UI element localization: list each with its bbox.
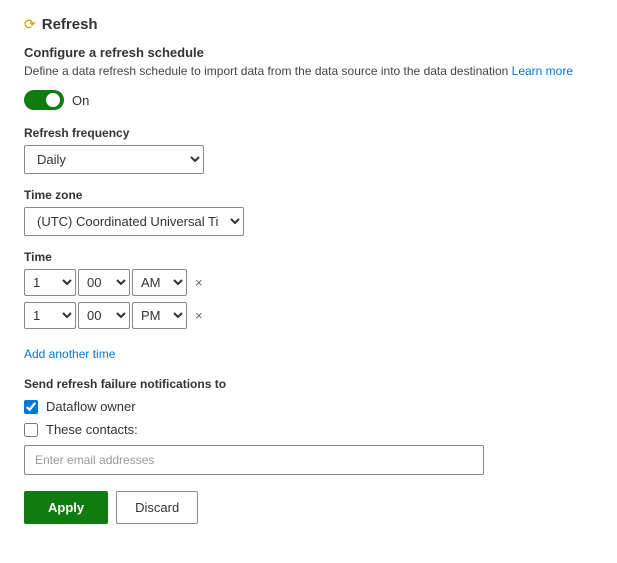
- timezone-group: Time zone (UTC) Coordinated Universal Ti…: [24, 188, 593, 236]
- notifications-group: Send refresh failure notifications to Da…: [24, 377, 593, 475]
- email-input[interactable]: [24, 445, 484, 475]
- time1-close-icon[interactable]: ×: [191, 273, 207, 292]
- description-text: Define a data refresh schedule to import…: [24, 64, 593, 78]
- frequency-group: Refresh frequency Daily Weekly: [24, 126, 593, 174]
- time-label: Time: [24, 250, 593, 264]
- owner-checkbox-row: Dataflow owner: [24, 399, 593, 414]
- frequency-select[interactable]: Daily Weekly: [24, 145, 204, 174]
- frequency-label: Refresh frequency: [24, 126, 593, 140]
- time1-hour-select[interactable]: 1 2345 6789 101112: [24, 269, 76, 296]
- time1-ampm-select[interactable]: AM PM: [132, 269, 187, 296]
- page-header: ⟳ Refresh: [24, 16, 593, 33]
- page-title: Refresh: [42, 16, 98, 33]
- time-row-2: 1 2345 6789 101112 00 153045 AM PM ×: [24, 302, 593, 329]
- apply-button[interactable]: Apply: [24, 491, 108, 524]
- discard-button[interactable]: Discard: [116, 491, 198, 524]
- time-group: Time 1 2345 6789 101112 00 153045 AM PM …: [24, 250, 593, 329]
- owner-label: Dataflow owner: [46, 399, 136, 414]
- time2-close-icon[interactable]: ×: [191, 306, 207, 325]
- timezone-label: Time zone: [24, 188, 593, 202]
- add-time-link[interactable]: Add another time: [24, 347, 115, 361]
- timezone-select[interactable]: (UTC) Coordinated Universal Time (UTC-05…: [24, 207, 244, 236]
- refresh-toggle[interactable]: [24, 90, 64, 110]
- button-row: Apply Discard: [24, 491, 593, 524]
- time2-hour-select[interactable]: 1 2345 6789 101112: [24, 302, 76, 329]
- section-title: Configure a refresh schedule: [24, 45, 593, 60]
- toggle-slider: [24, 90, 64, 110]
- time-row-1: 1 2345 6789 101112 00 153045 AM PM ×: [24, 269, 593, 296]
- refresh-icon: ⟳: [24, 16, 36, 33]
- time2-ampm-select[interactable]: AM PM: [132, 302, 187, 329]
- toggle-row: On: [24, 90, 593, 110]
- contacts-checkbox-row: These contacts:: [24, 422, 593, 437]
- notifications-label: Send refresh failure notifications to: [24, 377, 593, 391]
- owner-checkbox[interactable]: [24, 400, 38, 414]
- contacts-label: These contacts:: [46, 422, 138, 437]
- time2-minute-select[interactable]: 00 153045: [78, 302, 130, 329]
- toggle-label: On: [72, 93, 89, 108]
- time1-minute-select[interactable]: 00 153045: [78, 269, 130, 296]
- contacts-checkbox[interactable]: [24, 423, 38, 437]
- learn-more-link[interactable]: Learn more: [512, 64, 573, 78]
